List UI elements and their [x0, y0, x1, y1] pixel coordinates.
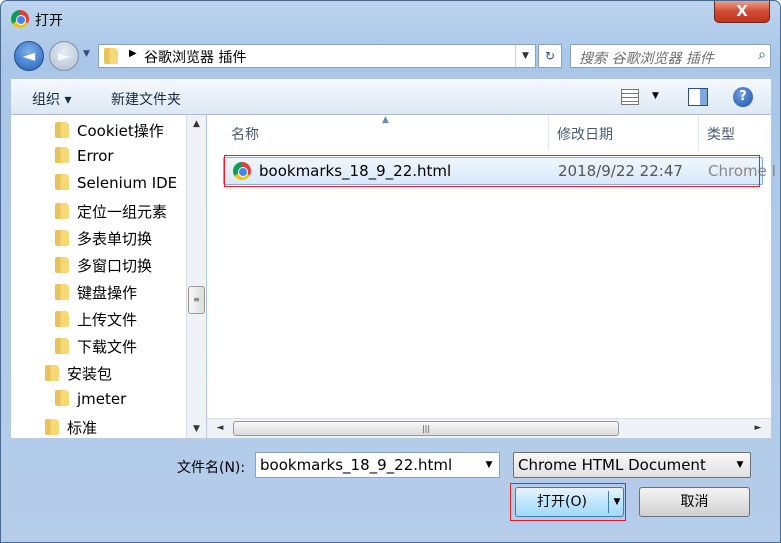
cancel-button[interactable]: 取消	[639, 487, 750, 517]
folder-icon	[55, 122, 69, 138]
folder-icon	[45, 365, 59, 381]
change-view-icon[interactable]	[621, 89, 639, 105]
navigation-pane: Cookiet操作 Error Selenium IDE 定位一组元素 多表单切…	[11, 115, 206, 438]
sidebar-item-label: 标准	[67, 419, 98, 437]
column-header-type[interactable]: 类型	[697, 115, 771, 150]
file-row-highlight-outline	[224, 155, 760, 187]
file-list-horizontal-scrollbar[interactable]: ◄ ||| ►	[207, 418, 771, 438]
sidebar-item-selenium-ide[interactable]: Selenium IDE	[55, 174, 177, 196]
close-button[interactable]: X	[714, 1, 770, 23]
address-dropdown-button[interactable]: ▼	[515, 45, 535, 67]
forward-button[interactable]: ►	[49, 41, 79, 71]
horizontal-scrollbar-thumb[interactable]: |||	[233, 421, 619, 436]
sidebar-item-label: Cookiet操作	[77, 122, 164, 140]
new-folder-button[interactable]: 新建文件夹	[111, 89, 181, 109]
folder-icon	[55, 257, 69, 273]
open-file-dialog: 打开 X ◄ ► ▼ ▶ 谷歌浏览器 插件 ▼ ↻ 搜索 谷歌浏览器 插件 ⌕ …	[0, 0, 781, 543]
sidebar-item-frame-switch[interactable]: 多表单切换	[55, 228, 152, 250]
sidebar-item-locate-elements[interactable]: 定位一组元素	[55, 201, 167, 223]
folder-icon	[55, 230, 69, 246]
search-input[interactable]: 搜索 谷歌浏览器 插件 ⌕	[570, 44, 771, 68]
refresh-button[interactable]: ↻	[538, 44, 562, 68]
scroll-down-icon[interactable]: ▼	[187, 420, 206, 438]
sidebar-item-download[interactable]: 下载文件	[55, 336, 137, 358]
filename-value[interactable]: bookmarks_18_9_22.html	[260, 456, 452, 474]
sidebar-item-installers[interactable]: 安装包	[45, 363, 112, 385]
sidebar-item-label: Error	[77, 147, 114, 165]
sidebar-item-label: 上传文件	[77, 311, 138, 329]
breadcrumb-path[interactable]: 谷歌浏览器 插件	[144, 47, 246, 67]
sidebar-item-label: 多表单切换	[77, 230, 153, 248]
scroll-up-icon[interactable]: ▲	[187, 115, 206, 133]
search-placeholder: 搜索 谷歌浏览器 插件	[579, 51, 714, 67]
sidebar-item-jmeter[interactable]: jmeter	[55, 390, 126, 412]
column-header-modified[interactable]: 修改日期	[547, 115, 699, 150]
sidebar-item-label: 下载文件	[77, 338, 138, 356]
filename-dropdown-icon[interactable]: ▼	[479, 453, 499, 477]
sidebar-item-keyboard[interactable]: 键盘操作	[55, 282, 137, 304]
column-header-name[interactable]: 名称	[221, 115, 549, 150]
title-bar: 打开 X	[1, 1, 780, 35]
folder-icon	[55, 147, 69, 163]
folder-icon	[45, 419, 59, 435]
folder-icon	[55, 284, 69, 300]
sidebar-item-label: 多窗口切换	[77, 257, 153, 275]
sidebar-item-label: jmeter	[77, 390, 127, 408]
scrollbar-thumb[interactable]: ≡	[188, 286, 205, 314]
sidebar-item-cookiet[interactable]: Cookiet操作	[55, 120, 164, 142]
navigation-bar: ◄ ► ▼ ▶ 谷歌浏览器 插件 ▼ ↻ 搜索 谷歌浏览器 插件 ⌕	[1, 35, 780, 79]
sidebar-item-label: 定位一组元素	[77, 203, 168, 221]
filename-input[interactable]: bookmarks_18_9_22.html ▼	[255, 452, 500, 478]
folder-icon	[55, 311, 69, 327]
filename-label: 文件名(N):	[177, 460, 246, 476]
navigation-pane-scrollbar[interactable]: ▲ ≡ ▼	[186, 115, 206, 438]
sidebar-item-window-switch[interactable]: 多窗口切换	[55, 255, 152, 277]
scroll-right-icon[interactable]: ►	[749, 419, 767, 438]
folder-icon	[55, 174, 69, 190]
open-button-highlight-outline	[510, 483, 626, 521]
scroll-left-icon[interactable]: ◄	[211, 419, 229, 438]
organize-menu-button[interactable]: 组织 ▾	[32, 89, 71, 109]
back-arrow-icon: ◄	[22, 46, 36, 65]
sidebar-item-upload[interactable]: 上传文件	[55, 309, 137, 331]
window-title: 打开	[35, 13, 63, 29]
forward-arrow-icon: ►	[57, 46, 71, 65]
folder-icon	[104, 48, 118, 64]
command-toolbar: 组织 ▾ 新建文件夹 ▼ ?	[11, 79, 771, 115]
sidebar-item-standard[interactable]: 标准	[45, 417, 97, 439]
folder-icon	[55, 390, 69, 406]
chrome-app-icon	[11, 10, 29, 28]
help-icon[interactable]: ?	[733, 87, 753, 107]
sidebar-item-error[interactable]: Error	[55, 147, 114, 169]
sidebar-item-label: 键盘操作	[77, 284, 138, 302]
folder-icon	[55, 338, 69, 354]
search-icon[interactable]: ⌕	[758, 47, 766, 63]
recent-locations-dropdown[interactable]: ▼	[83, 49, 90, 59]
back-button[interactable]: ◄	[14, 41, 44, 71]
filetype-select[interactable]: Chrome HTML Document ▼	[513, 452, 751, 478]
view-options-dropdown[interactable]: ▼	[652, 91, 659, 101]
breadcrumb-separator-icon[interactable]: ▶	[129, 48, 137, 59]
filetype-value: Chrome HTML Document	[518, 456, 706, 474]
preview-pane-icon[interactable]	[688, 88, 708, 106]
sidebar-item-label: Selenium IDE	[77, 174, 178, 192]
sidebar-item-label: 安装包	[67, 365, 113, 383]
filetype-dropdown-icon[interactable]: ▼	[730, 453, 750, 477]
folder-icon	[55, 203, 69, 219]
address-bar[interactable]: ▶ 谷歌浏览器 插件 ▼	[98, 44, 536, 68]
